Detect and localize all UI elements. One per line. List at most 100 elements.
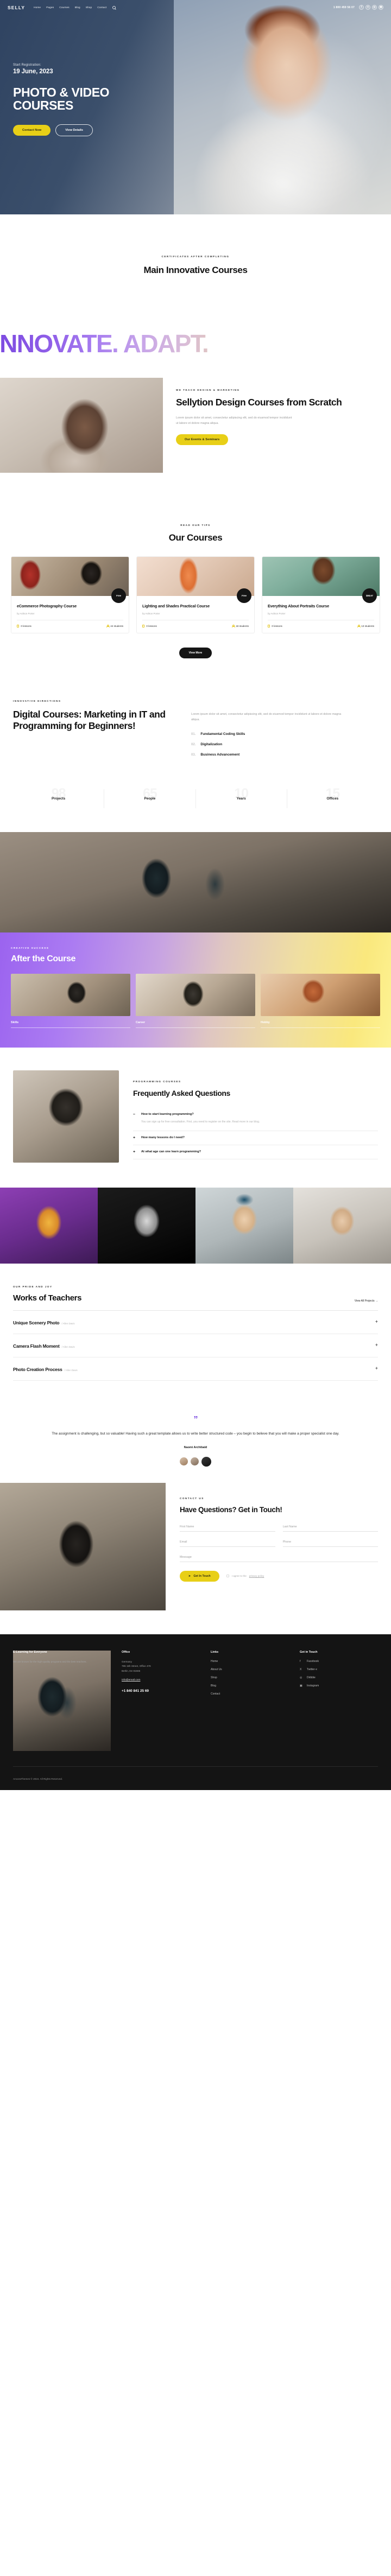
footer-instagram-link[interactable]: ▣ Instagram <box>300 1684 378 1687</box>
courses-section: READ OUR TIPS Our Courses Free eCommerce… <box>0 505 391 682</box>
last-name-input[interactable] <box>282 1525 378 1532</box>
footer-about-title: E-Learning for Everyone <box>13 1650 47 1654</box>
works-row-author: / Allen Davis <box>61 1345 75 1348</box>
course-title[interactable]: eCommerce Photography Course <box>17 604 98 608</box>
works-header: Works of Teachers View All Projects → <box>13 1293 378 1303</box>
course-title[interactable]: Lighting and Shades Practical Course <box>142 604 223 608</box>
works-row[interactable]: Unique Scenery Photo / Allen Davis + <box>13 1311 378 1334</box>
brand-logo[interactable]: SELLY <box>8 5 25 10</box>
works-row-text: Photo Creation Process / Allen Davis <box>13 1364 78 1374</box>
faq-item[interactable]: + How many lessons do I need? <box>133 1131 378 1145</box>
search-icon[interactable] <box>112 5 116 9</box>
stat-label: Years <box>236 797 246 801</box>
list-item[interactable]: 01. Fundamental Coding Skills <box>191 732 378 736</box>
footer-dribbble-link[interactable]: ◎ Dribble <box>300 1676 378 1679</box>
after-course-card[interactable]: Hobby <box>261 974 380 1029</box>
get-in-touch-button[interactable]: ➤ Get In Touch <box>180 1570 219 1582</box>
contact-photo <box>0 1482 166 1610</box>
avatar[interactable] <box>201 1456 211 1467</box>
nav-item-courses[interactable]: Courses <box>59 6 70 9</box>
facebook-icon[interactable]: f <box>359 5 364 10</box>
dribbble-icon[interactable]: ◎ <box>372 5 377 10</box>
footer-link-contact[interactable]: Contact <box>211 1692 289 1696</box>
message-row <box>180 1555 378 1562</box>
digital-section: INNOVATIVE DIRECTIONS Digital Courses: M… <box>0 681 391 779</box>
faq-item[interactable]: – How to start learning programming? You… <box>133 1108 378 1131</box>
header-phone[interactable]: 1 800 459 56 07 <box>333 6 355 9</box>
plus-icon[interactable]: + <box>375 1319 378 1324</box>
list-item[interactable]: 02. Digitalization <box>191 743 378 746</box>
works-row[interactable]: Camera Flash Moment / Allen Davis + <box>13 1334 378 1357</box>
nav-item-contact[interactable]: Contact <box>97 6 106 9</box>
contact-now-button[interactable]: Contact Now <box>13 124 51 136</box>
footer-phone[interactable]: +1 840 841 25 69 <box>122 1689 200 1693</box>
contact-section: CONTACT US Have Questions? Get in Touch!… <box>0 1482 391 1634</box>
first-name-input[interactable] <box>180 1525 275 1532</box>
stats-section: 98 Projects 65 People 10 Years 15 Office… <box>0 779 391 832</box>
after-course-card[interactable]: Career <box>136 974 255 1029</box>
nav-item-home[interactable]: Home <box>34 6 41 9</box>
facebook-icon: f <box>300 1659 301 1663</box>
faq-label: PROGRAMMING COURSES <box>133 1080 181 1083</box>
footer-about: E-Learning for Everyone We are known for… <box>13 1650 111 1751</box>
after-course-card[interactable]: Skills <box>11 974 130 1029</box>
course-title[interactable]: Everything About Portraits Course <box>268 604 349 608</box>
faq-question-row[interactable]: – How to start learning programming? <box>133 1113 378 1116</box>
list-item[interactable]: 03. Business Advancement <box>191 753 378 757</box>
minus-icon: – <box>133 1112 135 1116</box>
view-details-button[interactable]: View Details <box>55 124 93 136</box>
footer-link-blog[interactable]: Blog <box>211 1684 289 1687</box>
faq-item[interactable]: + At what age can one learn programming? <box>133 1145 378 1159</box>
email-input[interactable] <box>180 1540 275 1547</box>
after-course-section: CREATIVE SUCCESS After the Course Skills… <box>0 932 391 1048</box>
faq-question-row[interactable]: + At what age can one learn programming? <box>133 1150 378 1154</box>
phone-input[interactable] <box>282 1540 378 1547</box>
course-card[interactable]: Free eCommerce Photography Course by Ash… <box>11 556 129 634</box>
course-lessons: 0 lessons <box>272 625 282 628</box>
after-course-card-label: Career <box>136 1021 146 1025</box>
privacy-policy-link[interactable]: privacy policy <box>249 1575 264 1577</box>
twitter-x-icon[interactable]: X <box>365 5 370 10</box>
faq-photo <box>13 1070 119 1163</box>
footer-link-home[interactable]: Home <box>211 1660 289 1663</box>
events-seminars-button[interactable]: Our Events & Seminars <box>176 434 229 445</box>
privacy-agreement[interactable]: I agree to the privacy policy <box>226 1575 264 1578</box>
works-row-author: / Allen Davis <box>61 1322 75 1325</box>
footer-office-title: Office <box>122 1650 130 1654</box>
nav-item-shop[interactable]: Shop <box>86 6 92 9</box>
course-price-badge: $98.97 <box>362 588 377 603</box>
plus-icon[interactable]: + <box>375 1343 378 1348</box>
message-input[interactable] <box>180 1555 378 1562</box>
nav-item-pages[interactable]: Pages <box>46 6 54 9</box>
avatar[interactable] <box>180 1457 188 1466</box>
faq-section: PROGRAMMING COURSES Frequently Asked Que… <box>0 1048 391 1188</box>
testimonial-section: ” The assignment is challenging, but so … <box>0 1397 391 1483</box>
works-row-text: Unique Scenery Photo / Allen Davis <box>13 1317 75 1327</box>
footer-office: Office Germany 785 15h Street, Office 47… <box>122 1651 200 1751</box>
footer-social: Get in Touch f Facebook X Twitter-x ◎ Dr… <box>300 1651 378 1751</box>
view-more-button[interactable]: View More <box>179 648 212 659</box>
instagram-icon[interactable]: ▣ <box>379 5 383 10</box>
footer-link-about[interactable]: About Us <box>211 1668 289 1671</box>
footer-link-shop[interactable]: Shop <box>211 1676 289 1679</box>
footer-office-country: Germany <box>122 1660 132 1663</box>
course-meta: 0 lessons 44 students <box>17 624 123 628</box>
plus-icon[interactable]: + <box>375 1366 378 1371</box>
footer-twitter-link[interactable]: X Twitter-x <box>300 1668 378 1671</box>
hero-content: Start Registration: 19 June, 2023 PHOTO … <box>0 12 391 136</box>
view-all-projects-link[interactable]: View All Projects → <box>355 1299 378 1303</box>
works-row-text: Camera Flash Moment / Allen Davis <box>13 1341 75 1350</box>
send-icon: ➤ <box>188 1574 191 1578</box>
privacy-checkbox[interactable] <box>226 1575 229 1578</box>
nav-item-blog[interactable]: Blog <box>75 6 80 9</box>
footer-email-link[interactable]: info@email.com <box>122 1679 140 1682</box>
works-row[interactable]: Photo Creation Process / Allen Davis + <box>13 1357 378 1381</box>
divider <box>11 1027 130 1029</box>
hero-kicker: Start Registration: <box>13 64 41 67</box>
faq-question-row[interactable]: + How many lessons do I need? <box>133 1136 378 1140</box>
course-price-badge: Free <box>111 588 126 603</box>
avatar[interactable] <box>191 1457 199 1466</box>
footer-facebook-link[interactable]: f Facebook <box>300 1660 378 1663</box>
course-card[interactable]: $98.97 Everything About Portraits Course… <box>262 556 380 634</box>
course-card[interactable]: Free Lighting and Shades Practical Cours… <box>136 556 255 634</box>
